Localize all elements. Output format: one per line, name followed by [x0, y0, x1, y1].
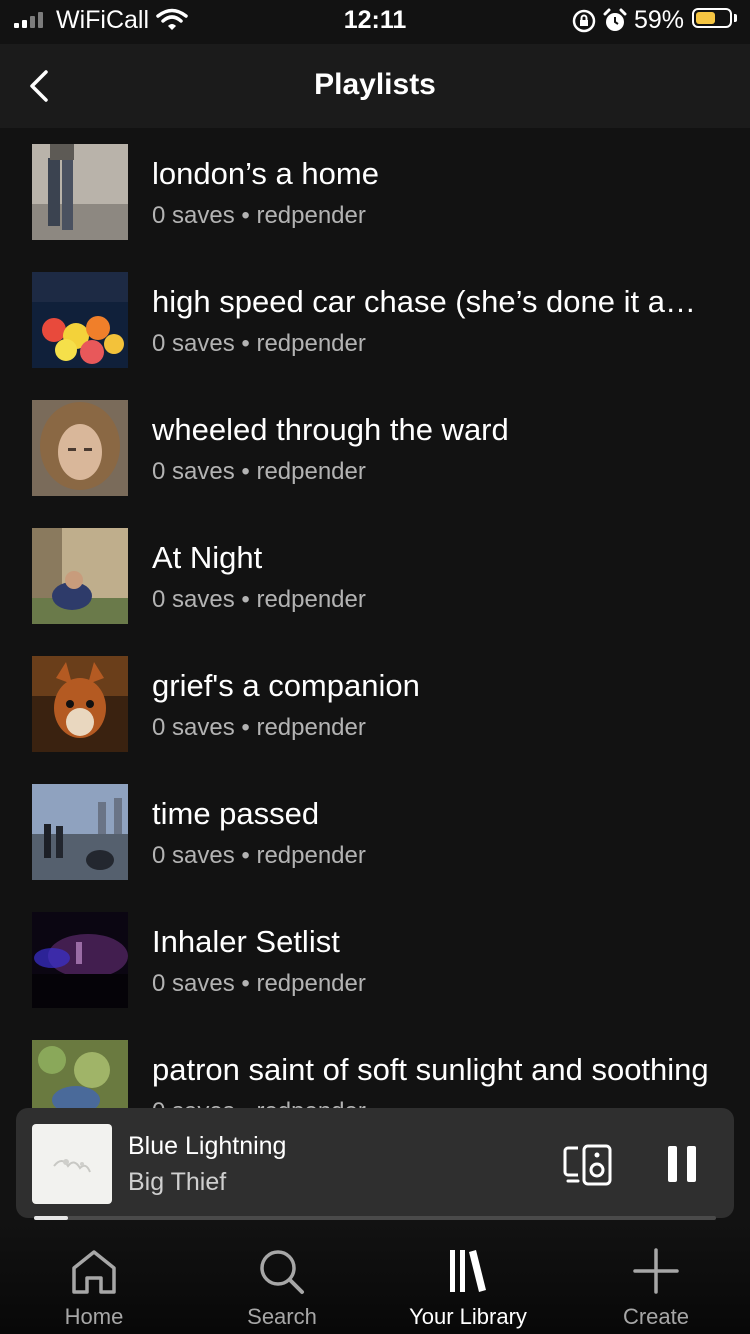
playback-progress[interactable] — [34, 1216, 716, 1220]
playlist-row[interactable]: london’s a home 0 saves • redpender — [0, 128, 750, 256]
playlist-name: At Night — [152, 540, 263, 575]
playlist-row[interactable]: Inhaler Setlist 0 saves • redpender — [0, 896, 750, 1024]
playlist-name: time passed — [152, 796, 320, 831]
playlist-row[interactable]: patron saint of soft sunlight and soothi… — [0, 1024, 750, 1108]
playlist-meta: 0 saves • redpender — [152, 842, 366, 869]
library-icon — [450, 1250, 486, 1292]
pause-icon[interactable] — [666, 1146, 698, 1182]
nav-item-home[interactable]: Home — [0, 1222, 188, 1334]
alarm-icon — [603, 8, 627, 31]
playlist-row[interactable]: high speed car chase (she’s done it agai… — [0, 256, 750, 384]
playlist-meta: 0 saves • redpender — [152, 330, 366, 357]
playlist-cover — [32, 272, 128, 368]
nav-item-library[interactable]: Your Library — [374, 1222, 562, 1334]
nav-label: Your Library — [409, 1304, 527, 1329]
battery-icon — [692, 8, 732, 28]
playlist-meta: 0 saves • redpender — [152, 202, 366, 229]
orientation-lock-icon — [572, 9, 596, 33]
nav-item-create[interactable]: Create — [562, 1222, 750, 1334]
playlist-name: patron saint of soft sunlight and soothi… — [152, 1052, 709, 1087]
playlist-row[interactable]: time passed 0 saves • redpender — [0, 768, 750, 896]
playlist-name: london’s a home — [152, 156, 379, 191]
playlist-cover — [32, 784, 128, 880]
playlist-cover — [32, 912, 128, 1008]
page-title: Playlists — [314, 68, 436, 101]
battery-percent: 59% — [634, 6, 685, 34]
playlist-meta: 0 saves • redpender — [152, 458, 366, 485]
playlist-row[interactable]: At Night 0 saves • redpender — [0, 512, 750, 640]
playlist-meta: 0 saves • redpender — [152, 1098, 366, 1108]
playlist-row[interactable]: wheeled through the ward 0 saves • redpe… — [0, 384, 750, 512]
playlist-meta: 0 saves • redpender — [152, 714, 366, 741]
playlist-cover — [32, 1040, 128, 1108]
playlist-cover — [32, 400, 128, 496]
nav-label: Search — [247, 1304, 317, 1329]
playlist-meta: 0 saves • redpender — [152, 586, 366, 613]
track-title: Blue Lightning — [128, 1132, 287, 1160]
playlist-list[interactable]: london’s a home 0 saves • redpender high… — [0, 128, 750, 1108]
playlist-cover — [32, 144, 128, 240]
status-bar: WiFiCall 12:11 59% — [0, 0, 750, 44]
playlist-row[interactable]: grief's a companion 0 saves • redpender — [0, 640, 750, 768]
playlist-name: grief's a companion — [152, 668, 420, 703]
playlist-cover — [32, 656, 128, 752]
battery-tip — [734, 14, 737, 22]
nav-item-search[interactable]: Search — [188, 1222, 376, 1334]
playlist-meta: 0 saves • redpender — [152, 970, 366, 997]
playlist-name: wheeled through the ward — [152, 412, 509, 447]
playlist-cover — [32, 528, 128, 624]
plus-icon — [633, 1248, 679, 1294]
playlist-name: high speed car chase (she’s done it agai… — [152, 284, 712, 319]
bottom-nav: Home Search Your Library Create — [0, 1222, 750, 1334]
home-icon — [72, 1250, 116, 1294]
now-playing-bar[interactable]: Blue Lightning Big Thief — [16, 1108, 734, 1218]
playlist-name: Inhaler Setlist — [152, 924, 340, 959]
nav-label: Create — [622, 1304, 690, 1329]
search-icon — [260, 1250, 304, 1294]
connect-device-icon[interactable] — [562, 1142, 614, 1186]
now-playing-cover — [32, 1124, 112, 1204]
track-artist: Big Thief — [128, 1168, 227, 1196]
page-header: Playlists — [0, 44, 750, 128]
nav-label: Home — [64, 1304, 124, 1329]
